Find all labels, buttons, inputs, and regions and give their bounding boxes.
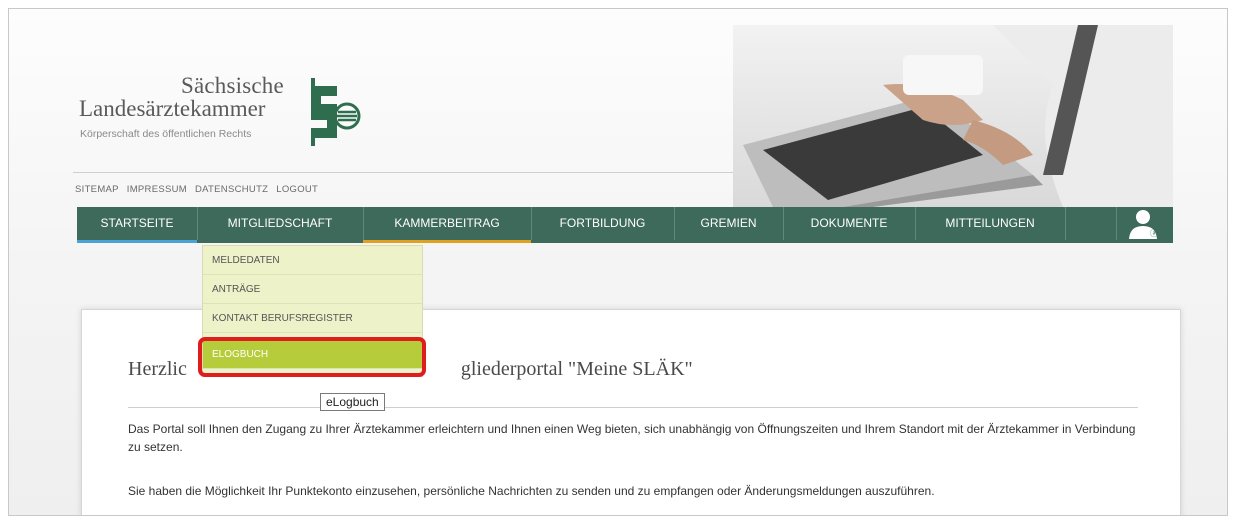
nav-startseite-accent: [77, 240, 197, 243]
link-datenschutz[interactable]: DATENSCHUTZ: [195, 184, 268, 195]
elogbuch-tooltip: eLogbuch: [320, 393, 385, 411]
welcome-heading-right: gliederportal "Meine SLÄK": [460, 358, 693, 380]
logo-text-landesaerztekammer: Landesärztekammer: [79, 96, 266, 121]
link-impressum[interactable]: IMPRESSUM: [127, 184, 187, 195]
header-divider: [73, 172, 735, 173]
intro-paragraph: Das Portal soll Ihnen den Zugang zu Ihre…: [128, 422, 1136, 454]
nav-mitteilungen-label: MITTEILUNGEN: [945, 216, 1035, 230]
main-navigation: STARTSEITE MITGLIEDSCHAFT KAMMERBEITRAG …: [77, 207, 1173, 243]
nav-kammerbeitrag-accent: [363, 240, 531, 243]
nav-startseite-label: STARTSEITE: [100, 216, 174, 230]
nav-gremien[interactable]: GREMIEN: [674, 207, 784, 240]
welcome-heading-left: Herzlic: [128, 358, 187, 380]
features-paragraph: Sie haben die Möglichkeit Ihr Punktekont…: [128, 484, 935, 498]
dropdown-item-meldedaten[interactable]: MELDEDATEN: [203, 246, 422, 275]
site-logo[interactable]: Sächsische Landesärztekammer Körperschaf…: [79, 73, 369, 163]
link-logout[interactable]: LOGOUT: [276, 184, 318, 195]
nav-kammerbeitrag[interactable]: KAMMERBEITRAG: [363, 207, 532, 243]
nav-fortbildung-label: FORTBILDUNG: [559, 216, 646, 230]
logo-subtitle: Körperschaft des öffentlichen Rechts: [80, 128, 252, 140]
nav-dokumente[interactable]: DOKUMENTE: [783, 207, 916, 240]
svg-text:ⓐ: ⓐ: [1150, 229, 1158, 238]
browser-viewport: Sächsische Landesärztekammer Körperschaf…: [8, 8, 1228, 516]
highlight-annotation: [198, 337, 426, 377]
nav-kammerbeitrag-label: KAMMERBEITRAG: [394, 216, 500, 230]
nav-mitteilungen[interactable]: MITTEILUNGEN: [915, 207, 1066, 240]
welcome-divider: [128, 407, 1138, 408]
chamber-emblem-icon: [311, 78, 361, 146]
hero-image-laptop: [733, 25, 1173, 207]
link-sitemap[interactable]: SITEMAP: [75, 184, 119, 195]
nav-startseite[interactable]: STARTSEITE: [77, 207, 198, 243]
nav-mitgliedschaft-label: MITGLIEDSCHAFT: [227, 216, 333, 230]
dropdown-item-antraege[interactable]: ANTRÄGE: [203, 275, 422, 304]
nav-mitgliedschaft[interactable]: MITGLIEDSCHAFT: [197, 207, 364, 240]
nav-fortbildung[interactable]: FORTBILDUNG: [531, 207, 675, 240]
nav-dokumente-label: DOKUMENTE: [810, 216, 888, 230]
user-icon: ⓐ: [1129, 210, 1158, 239]
meta-links: SITEMAP IMPRESSUM DATENSCHUTZ LOGOUT: [75, 184, 323, 195]
nav-gremien-label: GREMIEN: [700, 216, 757, 230]
dropdown-item-kontakt-berufsregister[interactable]: KONTAKT BERUFSREGISTER: [203, 304, 422, 333]
nav-user-profile[interactable]: ⓐ: [1116, 207, 1173, 240]
